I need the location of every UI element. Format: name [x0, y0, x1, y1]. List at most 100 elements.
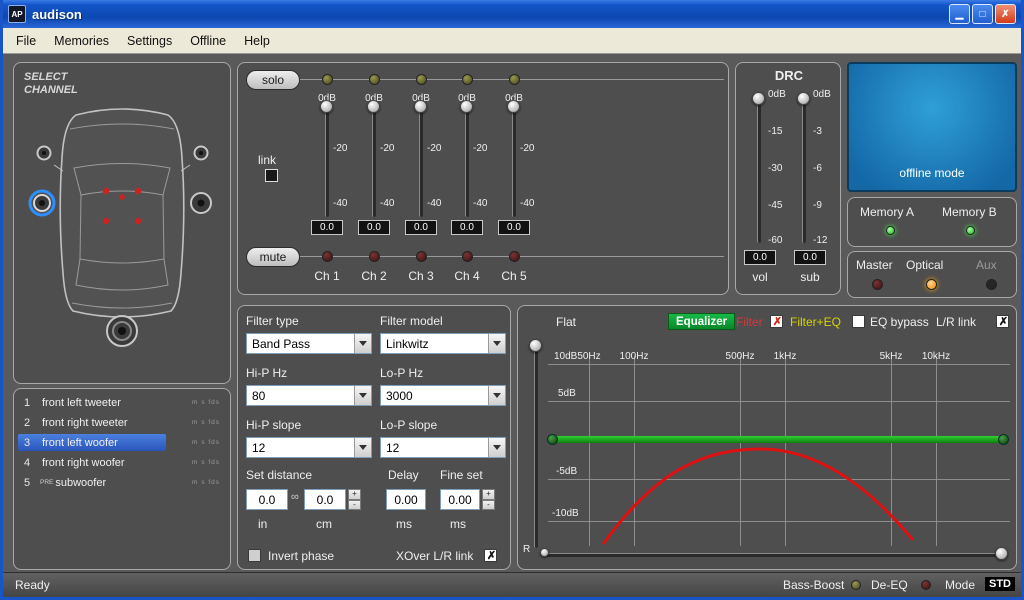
hip-slope-select[interactable]: 12	[246, 437, 372, 458]
equalizer-button[interactable]: Equalizer	[668, 313, 735, 330]
mute-led-ch3[interactable]	[416, 251, 427, 262]
menu-file[interactable]: File	[7, 31, 45, 51]
fader-tick-label: -20	[520, 143, 534, 154]
spinner-down-button[interactable]: -	[482, 500, 495, 511]
channel-list-item[interactable]: 1front left tweeter m s fds	[18, 393, 226, 412]
solo-led-ch5[interactable]	[509, 74, 520, 85]
channel-name: front left tweeter	[42, 397, 121, 409]
filter-model-select[interactable]: Linkwitz	[380, 333, 506, 354]
ch4-level-value[interactable]: 0.0	[451, 220, 483, 235]
fader-tick-label: -40	[473, 198, 487, 209]
invert-phase-checkbox[interactable]	[248, 549, 261, 562]
solo-button[interactable]: solo	[246, 70, 300, 90]
mute-led-ch5[interactable]	[509, 251, 520, 262]
filter-curve-label: Filter	[736, 315, 763, 329]
dropdown-arrow-icon[interactable]	[354, 334, 371, 353]
title-bar[interactable]: AP audison ▁ □ ✗	[3, 0, 1021, 28]
channel-number: 3	[24, 437, 40, 449]
solo-led-ch1[interactable]	[322, 74, 333, 85]
channel-list-item[interactable]: 2front right tweeter m s fds	[18, 413, 226, 432]
spinner-up-button[interactable]: +	[348, 489, 361, 500]
filter-type-select[interactable]: Band Pass	[246, 333, 372, 354]
ch2-fader-track[interactable]	[372, 105, 376, 217]
mute-led-ch1[interactable]	[322, 251, 333, 262]
ch5-level-value[interactable]: 0.0	[498, 220, 530, 235]
front-right-woofer-speaker-icon[interactable]	[191, 193, 211, 213]
delay-field[interactable]: 0.00	[386, 489, 426, 510]
lop-slope-select[interactable]: 12	[380, 437, 506, 458]
dropdown-arrow-icon[interactable]	[354, 438, 371, 457]
ch2-fader-thumb[interactable]	[367, 100, 380, 113]
drc-sub-tick: -12	[813, 235, 827, 246]
front-left-woofer-speaker-icon[interactable]	[30, 191, 54, 215]
menu-offline[interactable]: Offline	[181, 31, 235, 51]
menu-settings[interactable]: Settings	[118, 31, 181, 51]
eq-gain-slider-thumb[interactable]	[529, 339, 542, 352]
solo-led-ch4[interactable]	[462, 74, 473, 85]
dropdown-arrow-icon[interactable]	[488, 334, 505, 353]
ch5-fader-thumb[interactable]	[507, 100, 520, 113]
link-label: link	[258, 153, 276, 167]
maximize-button[interactable]: □	[972, 4, 993, 24]
menu-memories[interactable]: Memories	[45, 31, 118, 51]
ch1-level-value[interactable]: 0.0	[311, 220, 343, 235]
mute-button[interactable]: mute	[246, 247, 300, 267]
xover-lr-link-checkbox[interactable]: ✗	[484, 549, 497, 562]
channel-list-panel: 1front left tweeter m s fds 2front right…	[13, 388, 231, 570]
dropdown-arrow-icon[interactable]	[354, 386, 371, 405]
fader-tick-label: -20	[380, 143, 394, 154]
dropdown-arrow-icon[interactable]	[488, 386, 505, 405]
front-right-tweeter-speaker-icon[interactable]	[195, 147, 208, 160]
ch1-fader-thumb[interactable]	[320, 100, 333, 113]
lop-hz-select[interactable]: 3000	[380, 385, 506, 406]
channel-list-item[interactable]: 4front right woofer m s fds	[18, 453, 226, 472]
spinner-down-button[interactable]: -	[348, 500, 361, 511]
drc-vol-track[interactable]	[757, 97, 761, 243]
input-source-panel: Master Optical Aux	[847, 251, 1017, 298]
distance-in-field[interactable]: 0.0	[246, 489, 288, 510]
eq-freq-slider-thumb[interactable]	[995, 547, 1008, 560]
memory-b-label[interactable]: Memory B	[942, 205, 997, 219]
input-master-label[interactable]: Master	[856, 258, 893, 272]
drc-sub-thumb[interactable]	[797, 92, 810, 105]
fine-set-field[interactable]: 0.00	[440, 489, 480, 510]
mute-led-ch2[interactable]	[369, 251, 380, 262]
ch3-level-value[interactable]: 0.0	[405, 220, 437, 235]
close-button[interactable]: ✗	[995, 4, 1016, 24]
menu-help[interactable]: Help	[235, 31, 279, 51]
minimize-button[interactable]: ▁	[949, 4, 970, 24]
input-optical-label[interactable]: Optical	[906, 258, 943, 272]
front-left-tweeter-speaker-icon[interactable]	[38, 147, 51, 160]
ch3-fader-thumb[interactable]	[414, 100, 427, 113]
ch1-fader-track[interactable]	[325, 105, 329, 217]
mute-led-ch4[interactable]	[462, 251, 473, 262]
eq-bypass-checkbox[interactable]	[852, 315, 865, 328]
link-checkbox[interactable]	[265, 169, 278, 182]
distance-cm-field[interactable]: 0.0	[304, 489, 346, 510]
lr-link-checkbox[interactable]: ✗	[996, 315, 1009, 328]
eq-freq-slider-track[interactable]	[546, 553, 1008, 557]
hip-hz-select[interactable]: 80	[246, 385, 372, 406]
ch2-level-value[interactable]: 0.0	[358, 220, 390, 235]
drc-sub-value[interactable]: 0.0	[794, 250, 826, 265]
channel-list-item-selected[interactable]: 3front left woofer m s fds	[18, 433, 226, 452]
distance-link-icon[interactable]: ∞	[291, 491, 299, 503]
solo-led-ch3[interactable]	[416, 74, 427, 85]
filter-curve-checkbox[interactable]: ✗	[770, 315, 783, 328]
dropdown-arrow-icon[interactable]	[488, 438, 505, 457]
spinner-up-button[interactable]: +	[482, 489, 495, 500]
subwoofer-speaker-icon[interactable]	[107, 316, 137, 346]
drc-sub-track[interactable]	[802, 97, 806, 243]
ch5-fader-track[interactable]	[512, 105, 516, 217]
ch3-fader-track[interactable]	[419, 105, 423, 217]
eq-gain-slider-track[interactable]	[534, 342, 538, 548]
memory-a-label[interactable]: Memory A	[860, 205, 914, 219]
seat-marker	[119, 194, 125, 200]
ch4-fader-track[interactable]	[465, 105, 469, 217]
drc-vol-value[interactable]: 0.0	[744, 250, 776, 265]
solo-led-ch2[interactable]	[369, 74, 380, 85]
channel-list-item[interactable]: 5PREsubwoofer m s fds	[18, 473, 226, 492]
drc-vol-thumb[interactable]	[752, 92, 765, 105]
ch4-fader-thumb[interactable]	[460, 100, 473, 113]
fader-tick-label: -20	[473, 143, 487, 154]
